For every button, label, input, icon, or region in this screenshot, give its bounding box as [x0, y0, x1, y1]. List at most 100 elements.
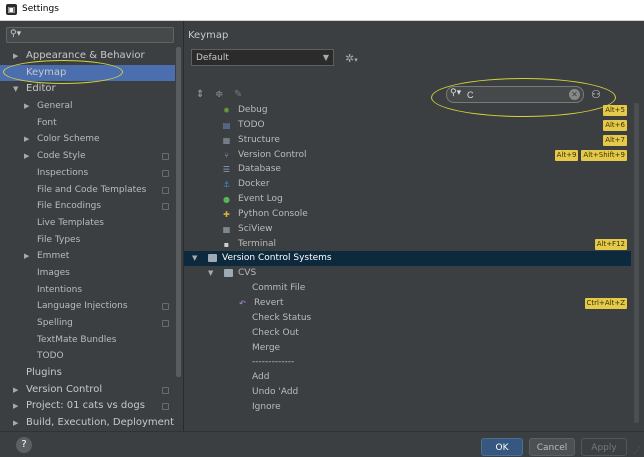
- keymap-row[interactable]: ▼ Version Control Systems: [184, 251, 631, 267]
- chevron-down-icon[interactable]: ▼: [208, 266, 213, 281]
- sidebar-item[interactable]: TODO: [0, 348, 175, 365]
- settings-search-input[interactable]: [23, 28, 169, 42]
- sidebar-item[interactable]: ▶ Project: 01 cats vs dogs: [0, 398, 175, 415]
- chevron-right-icon[interactable]: ▶: [24, 98, 29, 115]
- keymap-row[interactable]: ↶ Revert Ctrl+Alt+Z: [184, 296, 631, 311]
- keymap-action-label: Check Status: [252, 312, 312, 323]
- python-console-icon: ✚: [223, 209, 230, 219]
- sidebar-item[interactable]: Font: [0, 115, 175, 132]
- sidebar-item[interactable]: ▶ Color Scheme: [0, 131, 175, 148]
- edit-pencil-icon[interactable]: ✎: [234, 89, 242, 100]
- keymap-actions-tree: ✹ Debug Alt+5 ▤ TODO Alt+6 ▦ Structure Alt+7 ⑂ Ver…: [184, 103, 631, 415]
- shortcut-badge: Alt+7: [603, 134, 627, 146]
- find-by-shortcut-icon[interactable]: ⚇: [591, 88, 601, 101]
- chevron-right-icon[interactable]: ▶: [13, 48, 18, 65]
- apply-button[interactable]: Apply: [581, 438, 627, 456]
- project-settings-icon: [162, 169, 169, 177]
- folder-icon: [224, 269, 233, 278]
- chevron-down-icon[interactable]: ▼: [192, 251, 197, 266]
- terminal-icon: ▪: [223, 239, 230, 249]
- help-button[interactable]: ?: [16, 437, 32, 453]
- sidebar-item[interactable]: ▶ Emmet: [0, 248, 175, 265]
- sidebar-item[interactable]: File and Code Templates: [0, 182, 175, 199]
- sidebar-item[interactable]: ▶ General: [0, 98, 175, 115]
- project-settings-icon: [162, 403, 169, 411]
- keymap-row[interactable]: ✚ Python Console: [184, 207, 631, 222]
- sidebar-item-label: Images: [37, 267, 70, 278]
- chevron-down-icon[interactable]: ▼: [13, 81, 18, 98]
- gear-icon[interactable]: ✲▾: [345, 52, 358, 65]
- sidebar-item[interactable]: Plugins: [0, 365, 175, 382]
- keymap-row[interactable]: Check Out: [184, 326, 631, 341]
- keymap-row[interactable]: Add: [184, 370, 631, 385]
- keymap-row[interactable]: Merge: [184, 341, 631, 356]
- keymap-scrollbar[interactable]: [634, 103, 639, 423]
- keymap-action-label: Terminal: [238, 238, 277, 249]
- sidebar-item-label: File Types: [37, 234, 81, 245]
- keymap-row[interactable]: ● Event Log: [184, 192, 631, 207]
- sidebar-item[interactable]: Spelling: [0, 315, 175, 332]
- todo-icon: ▤: [222, 120, 231, 130]
- sidebar-item[interactable]: TextMate Bundles: [0, 332, 175, 349]
- chevron-down-icon: ▼: [322, 53, 329, 62]
- keymap-row[interactable]: Undo 'Add: [184, 385, 631, 400]
- shortcut-badge: Alt+6: [603, 119, 627, 131]
- keymap-row[interactable]: ▪ Terminal Alt+F12: [184, 237, 631, 252]
- keymap-row[interactable]: ⑂ Version Control Alt+9 Alt+Shift+9: [184, 148, 631, 163]
- keymap-row[interactable]: -------------: [184, 355, 631, 370]
- collapse-all-icon[interactable]: ≑: [215, 89, 223, 100]
- cancel-button[interactable]: Cancel: [529, 438, 575, 456]
- ok-button[interactable]: OK: [481, 438, 523, 456]
- keymap-search-input[interactable]: [467, 88, 567, 101]
- chevron-right-icon[interactable]: ▶: [13, 415, 18, 432]
- keymap-row[interactable]: ⚓ Docker: [184, 177, 631, 192]
- sidebar-item[interactable]: ▶ Build, Execution, Deployment: [0, 415, 175, 432]
- keymap-row[interactable]: Ignore: [184, 400, 631, 415]
- settings-tree: ▶ Appearance & Behavior Keymap ▼ Editor ▶ Gene…: [0, 48, 175, 432]
- sidebar-item-label: Code Style: [37, 151, 86, 162]
- shortcut-badge: Alt+5: [603, 105, 627, 116]
- sidebar-item[interactable]: ▶ Appearance & Behavior: [0, 48, 175, 65]
- shortcut-badges: Alt+5: [603, 105, 627, 116]
- sidebar-item[interactable]: Live Templates: [0, 215, 175, 232]
- chevron-right-icon[interactable]: ▶: [13, 382, 18, 399]
- page-title: Keymap: [188, 30, 229, 41]
- resize-grip-icon[interactable]: ⋰: [633, 446, 641, 455]
- chevron-right-icon[interactable]: ▶: [24, 248, 29, 265]
- keymap-row[interactable]: ▦ Structure Alt+7: [184, 133, 631, 148]
- shortcut-badges: Ctrl+Alt+Z: [584, 297, 627, 309]
- keymap-row[interactable]: ✹ Debug Alt+5: [184, 103, 631, 118]
- sidebar-item[interactable]: Images: [0, 265, 175, 282]
- expand-all-icon[interactable]: ⇕: [196, 89, 204, 100]
- sidebar-item-label: Language Injections: [37, 301, 128, 312]
- settings-search-box[interactable]: ⚲▾: [6, 27, 174, 43]
- sidebar-item[interactable]: ▶ Version Control: [0, 382, 175, 399]
- keymap-scheme-select[interactable]: Default ▼: [191, 49, 334, 66]
- keymap-row[interactable]: Check Status: [184, 311, 631, 326]
- search-icon: ⚲▾: [10, 29, 22, 39]
- sidebar-item[interactable]: Inspections: [0, 165, 175, 182]
- sidebar-item-label: File Encodings: [37, 201, 102, 212]
- keymap-search-box[interactable]: ⚲▾ ✕: [446, 86, 584, 103]
- sidebar-item[interactable]: Language Injections: [0, 298, 175, 315]
- chevron-right-icon[interactable]: ▶: [24, 148, 29, 165]
- sidebar-item[interactable]: Intentions: [0, 282, 175, 299]
- chevron-right-icon[interactable]: ▶: [13, 398, 18, 415]
- keymap-action-label: Python Console: [238, 208, 308, 219]
- sidebar-item[interactable]: File Encodings: [0, 198, 175, 215]
- sidebar-item[interactable]: Keymap: [0, 64, 175, 82]
- sidebar-item[interactable]: ▼ Editor: [0, 81, 175, 98]
- clear-search-icon[interactable]: ✕: [569, 89, 580, 100]
- sidebar-scrollbar[interactable]: [176, 47, 181, 377]
- keymap-row[interactable]: ☰ Database: [184, 162, 631, 177]
- chevron-right-icon[interactable]: ▶: [24, 131, 29, 148]
- sidebar-item[interactable]: ▶ Code Style: [0, 148, 175, 165]
- sidebar-item[interactable]: File Types: [0, 232, 175, 249]
- sidebar-item-label: Keymap: [26, 66, 67, 78]
- sidebar-item-label: Intentions: [37, 284, 83, 295]
- keymap-row[interactable]: ▼ CVS: [184, 266, 631, 281]
- keymap-row[interactable]: ▤ TODO Alt+6: [184, 118, 631, 133]
- shortcut-badge: Alt+Shift+9: [581, 149, 627, 161]
- keymap-row[interactable]: ▦ SciView: [184, 222, 631, 237]
- keymap-row[interactable]: Commit File: [184, 281, 631, 296]
